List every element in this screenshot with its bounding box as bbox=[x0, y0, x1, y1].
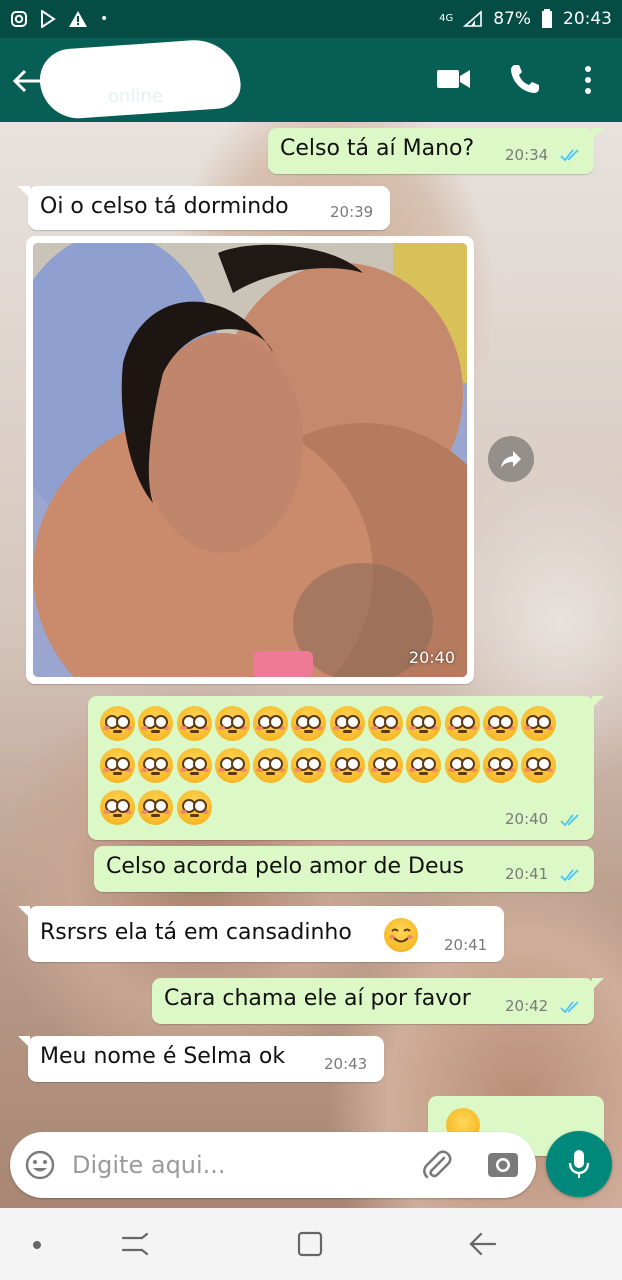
flushed-emoji bbox=[100, 748, 135, 783]
photo-content bbox=[33, 243, 467, 677]
phone-icon[interactable] bbox=[508, 62, 542, 96]
message-outgoing[interactable]: Cara chama ele aí por favor 20:42 bbox=[152, 978, 604, 1024]
chat-area[interactable]: Celso tá aí Mano? 20:34 Oi o celso tá do… bbox=[0, 122, 622, 1208]
system-nav-bar bbox=[0, 1208, 622, 1280]
dot-icon: • bbox=[100, 11, 109, 27]
message-incoming[interactable]: Rsrsrs ela tá em cansadinho 20:41 bbox=[18, 906, 504, 962]
home-icon[interactable] bbox=[296, 1230, 324, 1258]
message-outgoing[interactable]: Celso tá aí Mano? 20:34 bbox=[268, 128, 604, 174]
video-call-icon[interactable] bbox=[436, 64, 472, 94]
chat-header: online bbox=[0, 37, 622, 122]
signal-icon bbox=[463, 10, 483, 27]
emoji-row bbox=[100, 706, 557, 741]
attach-icon[interactable] bbox=[420, 1148, 454, 1182]
flushed-emoji bbox=[406, 748, 442, 783]
mic-icon bbox=[568, 1150, 590, 1178]
flushed-emoji bbox=[482, 706, 518, 741]
battery-icon bbox=[542, 9, 552, 28]
emoji-row bbox=[100, 748, 557, 783]
flushed-emoji bbox=[482, 748, 518, 783]
bubble-tail bbox=[18, 186, 30, 198]
flushed-emoji bbox=[329, 706, 365, 741]
play-store-icon bbox=[41, 10, 56, 28]
message-time: 20:39 bbox=[330, 203, 374, 221]
message-outgoing-emoji[interactable]: 20:40 bbox=[88, 696, 604, 840]
flushed-emoji bbox=[176, 790, 212, 825]
message-photo[interactable]: 20:40 bbox=[26, 236, 474, 684]
read-ticks-icon bbox=[560, 869, 579, 882]
forward-icon bbox=[501, 451, 521, 468]
status-bar: • 4G 87% 20:43 bbox=[0, 0, 622, 38]
flushed-emoji bbox=[214, 706, 250, 741]
battery-level: 87% bbox=[493, 9, 531, 29]
camera-icon[interactable] bbox=[486, 1149, 520, 1181]
flushed-emoji bbox=[521, 706, 557, 741]
flushed-emoji bbox=[368, 748, 404, 783]
message-incoming[interactable]: Meu nome é Selma ok 20:43 bbox=[18, 1036, 384, 1082]
network-type: 4G bbox=[439, 13, 454, 24]
flushed-emoji bbox=[100, 790, 135, 825]
notification-icons: • bbox=[10, 10, 108, 28]
emoji-icon[interactable] bbox=[24, 1149, 56, 1181]
flushed-emoji bbox=[138, 748, 174, 783]
read-ticks-icon bbox=[560, 1001, 579, 1014]
message-outgoing[interactable]: Celso acorda pelo amor de Deus 20:41 bbox=[94, 846, 594, 892]
flushed-emoji bbox=[138, 790, 174, 825]
status-indicators: 4G 87% 20:43 bbox=[439, 9, 612, 29]
flushed-emoji bbox=[138, 706, 174, 741]
message-time: 20:42 bbox=[505, 997, 549, 1015]
read-ticks-icon bbox=[560, 814, 579, 827]
forward-button[interactable] bbox=[488, 436, 534, 482]
message-text: Meu nome é Selma ok bbox=[40, 1044, 286, 1069]
read-ticks-icon bbox=[560, 149, 579, 162]
nav-dot-icon[interactable] bbox=[32, 1240, 42, 1250]
flushed-emoji bbox=[444, 706, 480, 741]
message-text: Celso tá aí Mano? bbox=[280, 136, 475, 161]
more-vert-icon[interactable] bbox=[578, 60, 598, 100]
message-time: 20:40 bbox=[505, 810, 549, 828]
flushed-emoji bbox=[521, 748, 557, 783]
bubble-tail bbox=[18, 906, 30, 918]
bubble-tail bbox=[592, 128, 604, 140]
mic-button[interactable] bbox=[546, 1131, 612, 1197]
bubble-tail bbox=[592, 696, 604, 708]
flushed-emoji bbox=[291, 706, 327, 741]
bubble-tail bbox=[18, 1036, 30, 1048]
message-input[interactable] bbox=[72, 1144, 412, 1186]
flushed-emoji bbox=[368, 706, 404, 741]
message-text: Rsrsrs ela tá em cansadinho bbox=[40, 920, 352, 945]
message-composer bbox=[10, 1132, 536, 1198]
message-incoming[interactable]: Oi o celso tá dormindo 20:39 bbox=[18, 186, 390, 230]
flushed-emoji bbox=[406, 706, 442, 741]
flushed-emoji bbox=[253, 706, 289, 741]
back-arrow-icon[interactable] bbox=[10, 64, 44, 98]
message-time: 20:43 bbox=[324, 1055, 368, 1073]
smiling-emoji bbox=[384, 918, 418, 952]
flushed-emoji bbox=[176, 748, 212, 783]
clock: 20:43 bbox=[563, 9, 612, 29]
message-time: 20:40 bbox=[408, 648, 455, 667]
message-text: Oi o celso tá dormindo bbox=[40, 194, 289, 219]
flushed-emoji bbox=[214, 748, 250, 783]
warning-icon bbox=[69, 11, 87, 27]
message-text: Celso acorda pelo amor de Deus bbox=[106, 854, 464, 879]
bubble-tail bbox=[592, 978, 604, 990]
message-time: 20:41 bbox=[505, 865, 549, 883]
contact-name-redaction[interactable] bbox=[37, 37, 243, 121]
flushed-emoji bbox=[253, 748, 289, 783]
emoji-row bbox=[100, 790, 212, 825]
flushed-emoji bbox=[329, 748, 365, 783]
back-nav-icon[interactable] bbox=[468, 1230, 498, 1258]
flushed-emoji bbox=[176, 706, 212, 741]
message-time: 20:41 bbox=[444, 936, 488, 954]
flushed-emoji bbox=[291, 748, 327, 783]
photo-thumbnail[interactable]: 20:40 bbox=[33, 243, 467, 677]
message-text: Cara chama ele aí por favor bbox=[164, 986, 471, 1011]
flushed-emoji bbox=[100, 706, 135, 741]
flushed-emoji bbox=[444, 748, 480, 783]
recent-apps-icon[interactable] bbox=[120, 1230, 150, 1258]
message-time: 20:34 bbox=[505, 146, 549, 164]
contact-status: online bbox=[108, 86, 163, 107]
instagram-icon bbox=[11, 11, 27, 27]
